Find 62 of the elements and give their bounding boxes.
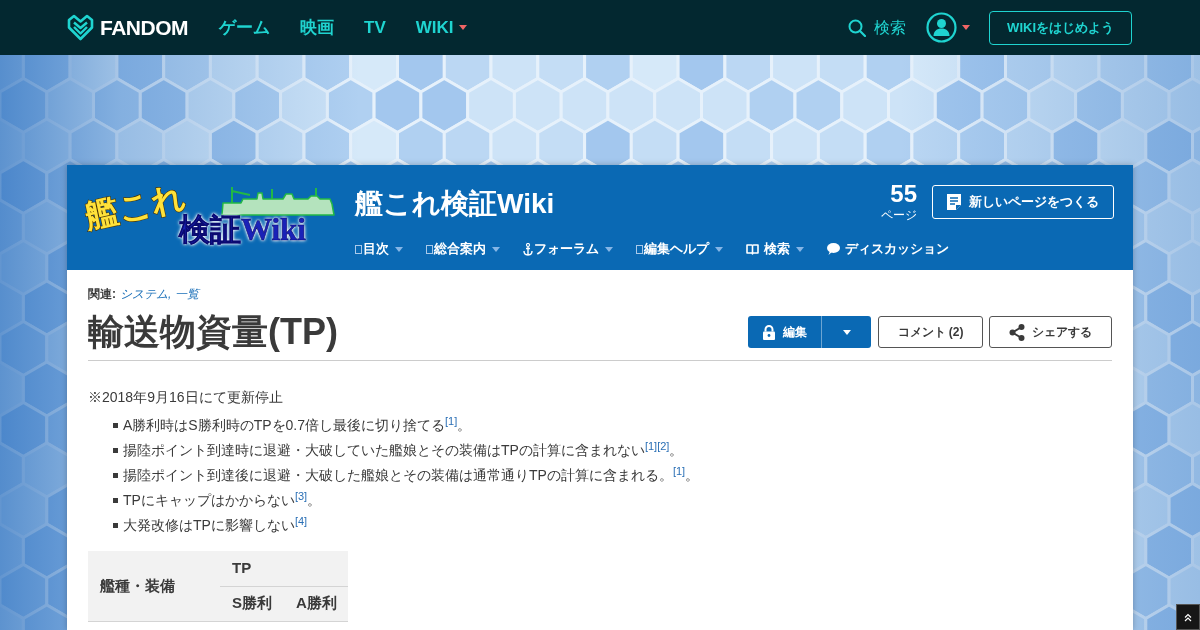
square-icon (355, 244, 362, 254)
edit-button[interactable]: 編集 (748, 316, 821, 348)
page-title: 輸送物資量(TP) (88, 310, 338, 354)
caret-icon (842, 329, 851, 335)
user-menu-button[interactable] (926, 12, 971, 43)
wiki-nav-link[interactable]: 検索 (746, 240, 804, 258)
share-icon (1009, 323, 1025, 341)
new-page-button[interactable]: 新しいページをつくる (932, 185, 1114, 219)
caret-icon (962, 25, 971, 30)
table-header-cell: TP (220, 551, 348, 586)
table-header-cell: S勝利 (220, 586, 284, 621)
footnote-link[interactable]: [1] (672, 464, 686, 477)
list-item-text: 大発改修はTPに影響しない$^{[4]}$ (123, 515, 308, 535)
list-item-text: TPにキャップはかからない$^{[3]}$。 (123, 490, 322, 510)
footnote-link[interactable]: [2] (657, 439, 670, 452)
wiki-nav-link[interactable]: 目次 (355, 240, 403, 258)
nav-link[interactable]: ゲーム (219, 14, 270, 41)
double-chevron-up-icon (1184, 612, 1192, 622)
document-icon (947, 194, 961, 210)
categories-label: 関連: (88, 286, 116, 302)
footnote-link[interactable]: [4] (294, 514, 308, 527)
share-button[interactable]: シェアする (989, 316, 1112, 348)
comments-button[interactable]: コメント (2) (878, 316, 983, 348)
square-icon (426, 244, 433, 254)
category-link[interactable]: システム, (120, 286, 172, 302)
page-count: 55 (890, 182, 917, 206)
fandom-logo[interactable]: FANDOM (67, 11, 188, 44)
footnote-link[interactable]: [1] (644, 439, 658, 452)
nav-link[interactable]: 映画 (300, 14, 334, 41)
wiki-nav-link[interactable]: 編集ヘルプ (636, 240, 723, 258)
bullet-icon (113, 523, 118, 528)
search-button[interactable]: 検索 (848, 15, 907, 40)
footnote-link[interactable]: [3] (294, 489, 308, 502)
notice-text: ※2018年9月16日にて更新停止 (88, 388, 284, 406)
lock-icon (762, 324, 775, 340)
heart-logo-icon (67, 14, 94, 41)
wiki-nav-link[interactable]: 総合案内 (426, 240, 500, 258)
wiki-title[interactable]: 艦これ検証Wiki (355, 186, 555, 222)
footnote-link[interactable]: [1] (445, 414, 458, 427)
scroll-to-top-button[interactable] (1176, 604, 1200, 630)
wiki-nav-link[interactable]: ディスカッション (827, 240, 949, 258)
speech-bubble-icon (827, 243, 840, 255)
wiki-nav-link[interactable]: フォーラム (523, 240, 613, 258)
bullet-icon (113, 498, 118, 503)
category-link[interactable]: 一覧 (175, 286, 200, 302)
page-count-label: ページ (881, 208, 917, 222)
square-icon (636, 244, 643, 254)
list-item-text: 揚陸ポイント到達時に退避・大破していた艦娘とその装備はTPの計算に含まれない$^{[1]}$$^{[2]}$。 (123, 440, 684, 460)
nav-link[interactable]: TV (364, 14, 386, 41)
search-icon (848, 18, 867, 37)
start-wiki-button[interactable]: WIKIをはじめよう (989, 10, 1132, 45)
list-item-text: 揚陸ポイント到達後に退避・大破した艦娘とその装備は通常通りTPの計算に含まれる。$^{[1]}$。 (123, 465, 700, 485)
anchor-icon (523, 242, 533, 256)
bullet-icon (113, 423, 118, 428)
bullet-icon (113, 473, 118, 478)
book-icon (746, 243, 759, 255)
list-item-text: A勝利時はS勝利時のTPを0.7倍し最後に切り捨てる$^{[1]}$。 (123, 415, 472, 435)
table-header-cell: A勝利 (284, 586, 348, 621)
nav-link[interactable]: WIKI (415, 14, 467, 41)
user-avatar-icon (926, 12, 958, 43)
bullet-icon (113, 448, 118, 453)
table-header-cell: 艦種・装備 (88, 551, 220, 621)
